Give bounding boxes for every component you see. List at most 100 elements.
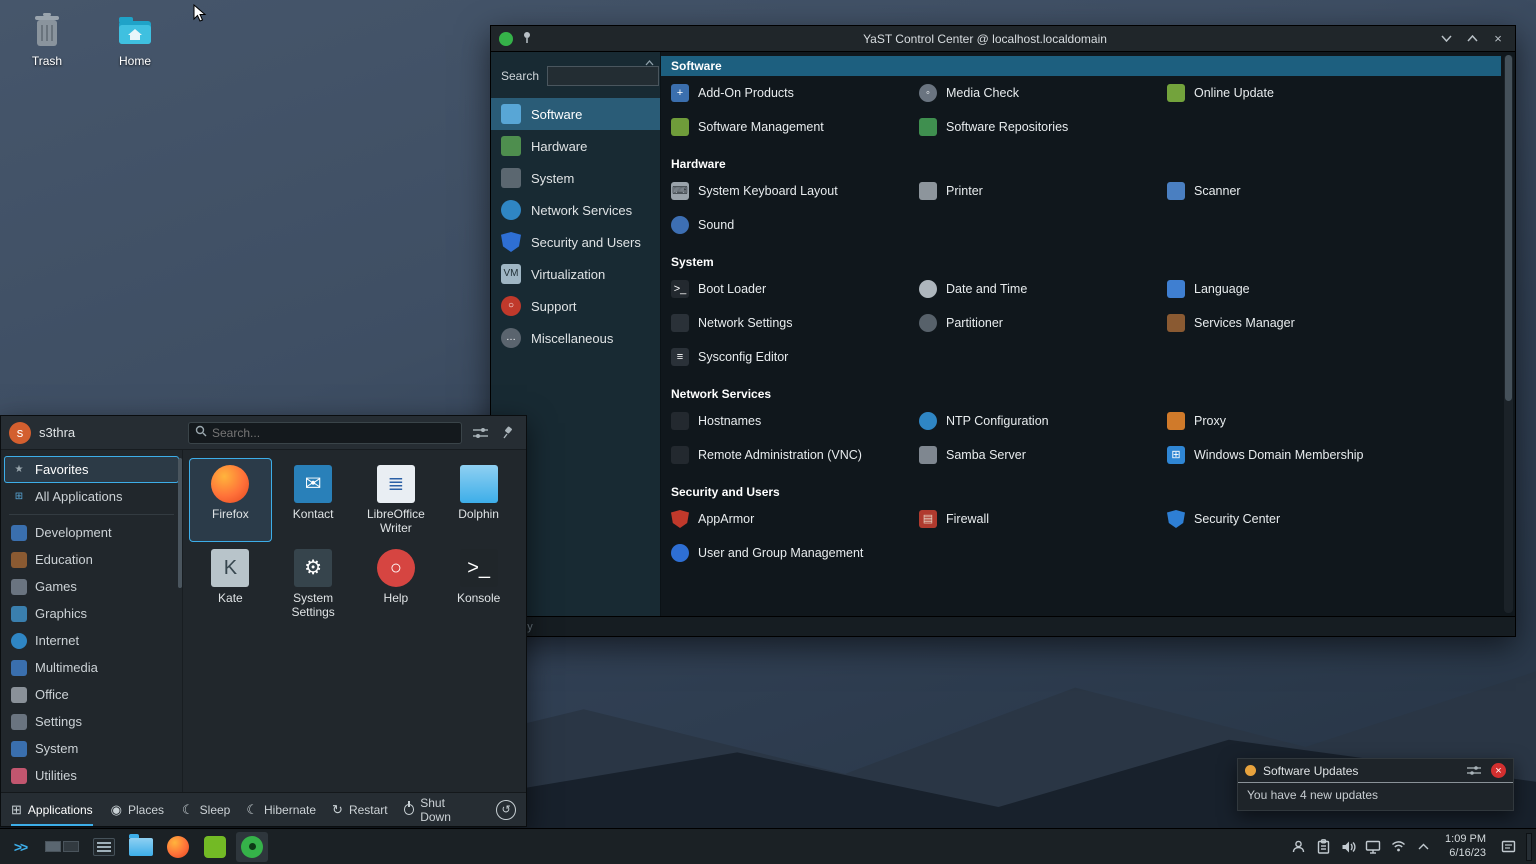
module-printer[interactable]: Printer bbox=[919, 182, 1167, 200]
launcher-search-box[interactable] bbox=[188, 421, 462, 444]
module-partitioner[interactable]: Partitioner bbox=[919, 314, 1167, 332]
module-samba-server[interactable]: Samba Server bbox=[919, 446, 1167, 464]
module-scanner[interactable]: Scanner bbox=[1167, 182, 1491, 200]
yast-category-hardware[interactable]: Hardware bbox=[491, 130, 660, 162]
app-firefox[interactable]: Firefox bbox=[189, 458, 272, 542]
yast-search-input[interactable] bbox=[547, 66, 660, 86]
leave-button[interactable]: ↺ bbox=[496, 799, 516, 820]
module-language[interactable]: Language bbox=[1167, 280, 1491, 298]
module-software-management[interactable]: Software Management bbox=[671, 118, 919, 136]
user-avatar[interactable]: s bbox=[9, 421, 31, 444]
sidebar-item-internet[interactable]: Internet bbox=[1, 627, 182, 654]
footer-tab-applications[interactable]: ⊞ Applications bbox=[11, 793, 93, 826]
module-network-settings[interactable]: Network Settings bbox=[671, 314, 919, 332]
app-dolphin[interactable]: Dolphin bbox=[437, 458, 520, 542]
shut-down-button[interactable]: Shut Down bbox=[403, 796, 477, 824]
sidebar-item-all-applications[interactable]: ⊞ All Applications bbox=[1, 483, 182, 510]
configure-icon[interactable] bbox=[470, 423, 490, 443]
footer-tab-places[interactable]: ◉ Places bbox=[111, 793, 164, 826]
restart-button[interactable]: ↻ Restart bbox=[332, 802, 388, 818]
module-boot-loader[interactable]: >_ Boot Loader bbox=[671, 280, 919, 298]
category-scrollbar[interactable] bbox=[178, 458, 182, 588]
yast-category-security-and-users[interactable]: Security and Users bbox=[491, 226, 660, 258]
volume-icon[interactable] bbox=[1337, 836, 1359, 858]
hibernate-button[interactable]: ☾ Hibernate bbox=[246, 802, 316, 818]
module-hostnames[interactable]: Hostnames bbox=[671, 412, 919, 430]
module-sysconfig-editor[interactable]: ≡ Sysconfig Editor bbox=[671, 348, 919, 366]
sidebar-collapse-icon[interactable] bbox=[645, 58, 654, 69]
expand-tray-icon[interactable] bbox=[1412, 836, 1434, 858]
module-add-on-products[interactable]: + Add-On Products bbox=[671, 84, 919, 102]
sidebar-item-office[interactable]: Office bbox=[1, 681, 182, 708]
desktop-icon-home[interactable]: Home bbox=[100, 12, 170, 68]
module-windows-domain-membership[interactable]: ⊞ Windows Domain Membership bbox=[1167, 446, 1491, 464]
virtual-desktop-pager[interactable] bbox=[45, 841, 79, 852]
module-remote-administration-vnc[interactable]: Remote Administration (VNC) bbox=[671, 446, 919, 464]
app-help[interactable]: ○ Help bbox=[355, 542, 438, 626]
module-firewall[interactable]: ▤ Firewall bbox=[919, 510, 1167, 528]
sidebar-item-settings[interactable]: Settings bbox=[1, 708, 182, 735]
sidebar-item-utilities[interactable]: Utilities bbox=[1, 762, 182, 789]
digital-clock[interactable]: 1:09 PM 6/16/23 bbox=[1445, 833, 1486, 861]
module-ntp-configuration[interactable]: NTP Configuration bbox=[919, 412, 1167, 430]
app-kontact[interactable]: ✉ Kontact bbox=[272, 458, 355, 542]
sidebar-item-graphics[interactable]: Graphics bbox=[1, 600, 182, 627]
module-proxy[interactable]: Proxy bbox=[1167, 412, 1491, 430]
module-online-update[interactable]: Online Update bbox=[1167, 84, 1491, 102]
network-icon[interactable] bbox=[1387, 836, 1409, 858]
pin-launcher-icon[interactable] bbox=[498, 423, 518, 443]
module-apparmor[interactable]: AppArmor bbox=[671, 510, 919, 528]
desktop-icon-trash[interactable]: Trash bbox=[12, 12, 82, 68]
module-user-and-group-management[interactable]: User and Group Management bbox=[671, 544, 919, 562]
module-media-check[interactable]: ◦ Media Check bbox=[919, 84, 1167, 102]
task-software[interactable] bbox=[199, 832, 231, 862]
task-firefox[interactable] bbox=[162, 832, 194, 862]
module-security-center[interactable]: Security Center bbox=[1167, 510, 1491, 528]
sidebar-item-favorites[interactable]: ★ Favorites bbox=[4, 456, 179, 483]
scrollbar-thumb[interactable] bbox=[1505, 55, 1512, 401]
clipboard-icon[interactable] bbox=[1312, 836, 1334, 858]
pin-window-icon[interactable] bbox=[521, 30, 533, 48]
dolphin-icon bbox=[459, 465, 498, 503]
module-system-keyboard-layout[interactable]: ⌨ System Keyboard Layout bbox=[671, 182, 919, 200]
app-konsole[interactable]: >_ Konsole bbox=[437, 542, 520, 626]
maximize-button[interactable] bbox=[1463, 30, 1481, 48]
yast-category-software[interactable]: Software bbox=[491, 98, 660, 130]
display-icon[interactable] bbox=[1362, 836, 1384, 858]
yast-titlebar[interactable]: YaST Control Center @ localhost.localdom… bbox=[491, 26, 1515, 52]
sidebar-item-system[interactable]: System bbox=[1, 735, 182, 762]
yast-category-virtualization[interactable]: VM Virtualization bbox=[491, 258, 660, 290]
yast-category-miscellaneous[interactable]: … Miscellaneous bbox=[491, 322, 660, 354]
show-desktop-button[interactable] bbox=[1526, 832, 1532, 861]
desktop-1[interactable] bbox=[45, 841, 61, 852]
app-system-settings[interactable]: ⚙ System Settings bbox=[272, 542, 355, 626]
notifications-panel-icon[interactable] bbox=[1497, 836, 1519, 858]
app-kate[interactable]: K Kate bbox=[189, 542, 272, 626]
application-launcher-button[interactable]: >> bbox=[4, 832, 36, 862]
yast-scrollbar[interactable] bbox=[1504, 55, 1513, 613]
task-terminal[interactable] bbox=[88, 832, 120, 862]
app-libreoffice-writer[interactable]: ≣ LibreOffice Writer bbox=[355, 458, 438, 542]
sleep-button[interactable]: ☾ Sleep bbox=[182, 802, 230, 818]
launcher-search-input[interactable] bbox=[212, 425, 455, 440]
sidebar-item-education[interactable]: Education bbox=[1, 546, 182, 573]
module-services-manager[interactable]: Services Manager bbox=[1167, 314, 1491, 332]
task-yast[interactable] bbox=[236, 831, 268, 862]
task-dolphin[interactable] bbox=[125, 832, 157, 862]
close-button[interactable]: × bbox=[1489, 30, 1507, 48]
input-method-icon[interactable] bbox=[1287, 836, 1309, 858]
module-software-repositories[interactable]: Software Repositories bbox=[919, 118, 1167, 136]
minimize-button[interactable] bbox=[1437, 30, 1455, 48]
security-center-icon bbox=[1167, 510, 1185, 528]
module-date-and-time[interactable]: Date and Time bbox=[919, 280, 1167, 298]
desktop-2[interactable] bbox=[63, 841, 79, 852]
sidebar-item-development[interactable]: Development bbox=[1, 519, 182, 546]
notification-close-icon[interactable]: × bbox=[1491, 763, 1506, 778]
sidebar-item-games[interactable]: Games bbox=[1, 573, 182, 600]
notification-configure-icon[interactable] bbox=[1464, 761, 1484, 781]
yast-category-support[interactable]: ○ Support bbox=[491, 290, 660, 322]
yast-category-system[interactable]: System bbox=[491, 162, 660, 194]
module-sound[interactable]: Sound bbox=[671, 216, 919, 234]
sidebar-item-multimedia[interactable]: Multimedia bbox=[1, 654, 182, 681]
yast-category-network-services[interactable]: Network Services bbox=[491, 194, 660, 226]
